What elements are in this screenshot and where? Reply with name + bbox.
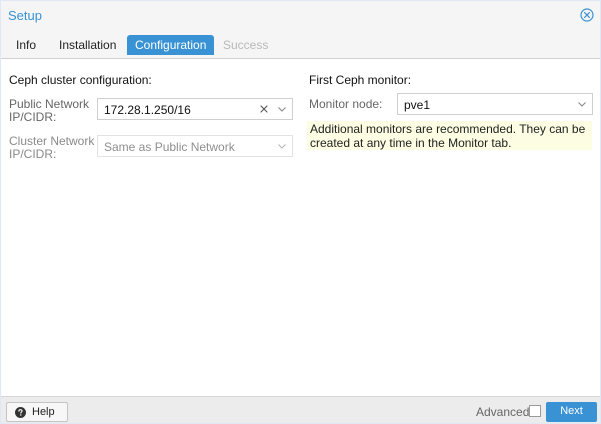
- next-label: Next: [560, 405, 583, 417]
- cluster-network-field[interactable]: Same as Public Network: [97, 135, 293, 157]
- window-title: Setup: [8, 8, 42, 23]
- public-network-label-line2: IP/CIDR:: [9, 110, 57, 124]
- question-circle-icon: [15, 407, 26, 418]
- setup-window: Setup Info Installation Configuration Su…: [0, 0, 601, 424]
- help-button[interactable]: Help: [6, 402, 68, 422]
- chevron-down-icon[interactable]: [575, 97, 589, 111]
- close-icon[interactable]: [580, 8, 594, 22]
- chevron-down-icon[interactable]: [275, 102, 289, 116]
- tab-configuration[interactable]: Configuration: [127, 35, 215, 55]
- configuration-panel: Ceph cluster configuration: Public Netwo…: [1, 59, 600, 396]
- next-button[interactable]: Next: [546, 402, 597, 422]
- clear-x-icon[interactable]: [257, 102, 271, 116]
- help-label: Help: [32, 406, 55, 418]
- tab-success: Success: [223, 38, 269, 52]
- window-footer: Help Advanced Next: [1, 396, 600, 423]
- public-network-value: 172.28.1.250/16: [104, 103, 191, 117]
- monitor-node-label: Monitor node:: [309, 97, 383, 111]
- first-ceph-monitor-title: First Ceph monitor:: [309, 73, 412, 87]
- public-network-label: Public Network IP/CIDR:: [9, 98, 89, 124]
- tab-info[interactable]: Info: [8, 35, 44, 55]
- tab-bar: Info Installation Configuration Success: [1, 29, 600, 59]
- tab-installation[interactable]: Installation: [51, 35, 124, 55]
- advanced-label: Advanced: [476, 405, 530, 419]
- window-titlebar: Setup: [1, 1, 600, 29]
- cluster-network-label: Cluster Network IP/CIDR:: [9, 135, 94, 161]
- public-network-field[interactable]: 172.28.1.250/16: [97, 98, 293, 120]
- monitor-hint: Additional monitors are recommended. The…: [307, 121, 592, 150]
- advanced-checkbox[interactable]: [529, 405, 541, 417]
- monitor-node-value: pve1: [404, 98, 431, 112]
- monitor-node-select[interactable]: pve1: [397, 93, 593, 115]
- cluster-network-label-line2: IP/CIDR:: [9, 147, 57, 161]
- cluster-network-value: Same as Public Network: [104, 140, 235, 154]
- ceph-cluster-config-title: Ceph cluster configuration:: [9, 73, 152, 87]
- chevron-down-icon[interactable]: [275, 139, 289, 153]
